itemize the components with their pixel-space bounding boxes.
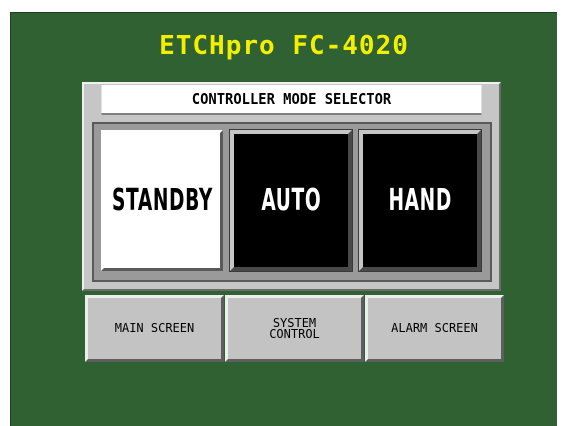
alarm-screen-label: ALARM SCREEN xyxy=(391,321,478,335)
mode-button-group: STANDBY AUTO HAND xyxy=(92,122,492,282)
system-control-button[interactable]: SYSTEM CONTROL xyxy=(225,295,364,362)
main-screen-label: MAIN SCREEN xyxy=(114,321,195,335)
main-screen-button[interactable]: MAIN SCREEN xyxy=(85,295,224,362)
panel-title: CONTROLLER MODE SELECTOR xyxy=(101,85,482,115)
standby-mode-label: STANDBY xyxy=(111,183,213,218)
standby-mode-button[interactable]: STANDBY xyxy=(101,130,223,271)
app-title: ETCHpro FC-4020 xyxy=(159,31,409,61)
hand-mode-button[interactable]: HAND xyxy=(358,129,482,272)
mode-selector-panel: CONTROLLER MODE SELECTOR STANDBY AUTO HA… xyxy=(82,82,501,291)
system-control-label: SYSTEM CONTROL xyxy=(269,315,320,341)
hmi-screen: ETCHpro FC-4020 CONTROLLER MODE SELECTOR… xyxy=(10,12,557,426)
auto-mode-button[interactable]: AUTO xyxy=(229,129,353,272)
auto-mode-label: AUTO xyxy=(261,183,321,218)
alarm-screen-button[interactable]: ALARM SCREEN xyxy=(365,295,504,362)
hand-mode-label: HAND xyxy=(388,183,452,218)
